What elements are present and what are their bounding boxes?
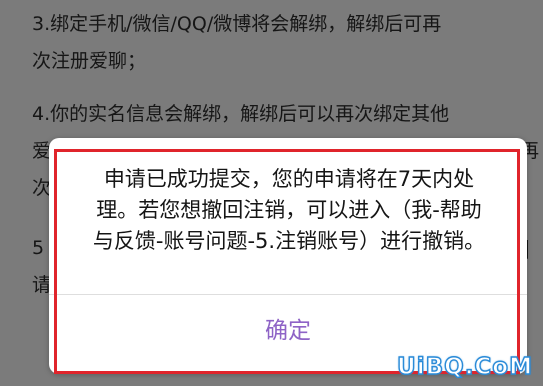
dialog-message-line-2: 理。若您想撤回注销，可以进入（我-帮助 bbox=[96, 198, 482, 222]
dialog-message: 申请已成功提交，您的申请将在7天内处 理。若您想撤回注销，可以进入（我-帮助 与… bbox=[67, 164, 511, 257]
dialog-message-line-1: 申请已成功提交，您的申请将在7天内处 bbox=[103, 167, 475, 191]
confirmation-dialog: 申请已成功提交，您的申请将在7天内处 理。若您想撤回注销，可以进入（我-帮助 与… bbox=[49, 138, 527, 374]
site-watermark: UiBQ.CoM bbox=[396, 353, 533, 380]
confirm-button[interactable]: 确定 bbox=[49, 295, 527, 361]
dialog-message-line-3: 与反馈-账号问题-5.注销账号）进行撤销。 bbox=[92, 229, 486, 253]
